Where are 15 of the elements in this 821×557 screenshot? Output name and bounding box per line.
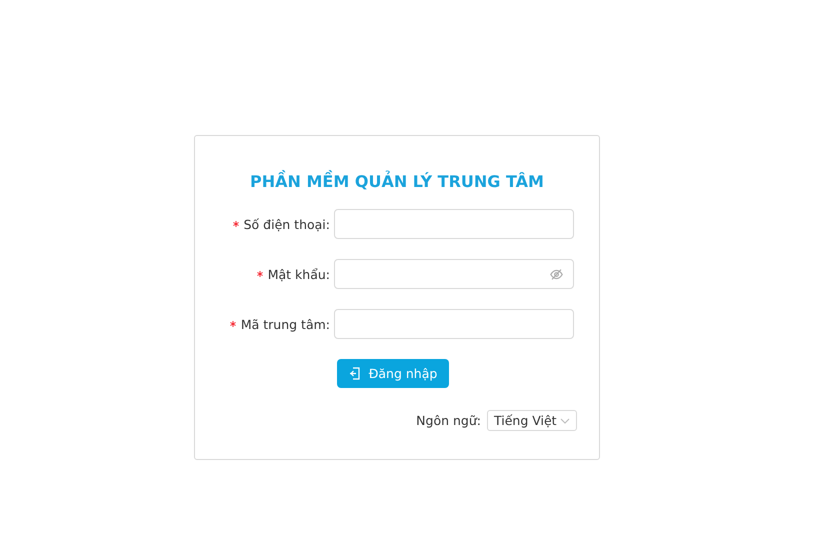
login-icon [348, 367, 361, 380]
field-label: Mã trung tâm: [195, 316, 334, 332]
required-asterisk-icon [232, 220, 239, 226]
language-label: Ngôn ngữ: [416, 413, 481, 428]
language-select[interactable]: Tiếng Việt [487, 410, 577, 431]
field-label: Số điện thoại: [195, 216, 334, 232]
chevron-down-icon [560, 418, 570, 424]
input-field[interactable] [334, 209, 574, 239]
app-title: PHẦN MỀM QUẢN LÝ TRUNG TÂM [249, 172, 545, 191]
password-field[interactable] [334, 259, 574, 289]
field-label: Mật khẩu: [195, 266, 334, 282]
required-asterisk-icon [230, 320, 236, 326]
required-asterisk-icon [256, 270, 263, 276]
input-field[interactable] [334, 309, 574, 339]
eye-slash-icon[interactable] [550, 268, 563, 280]
